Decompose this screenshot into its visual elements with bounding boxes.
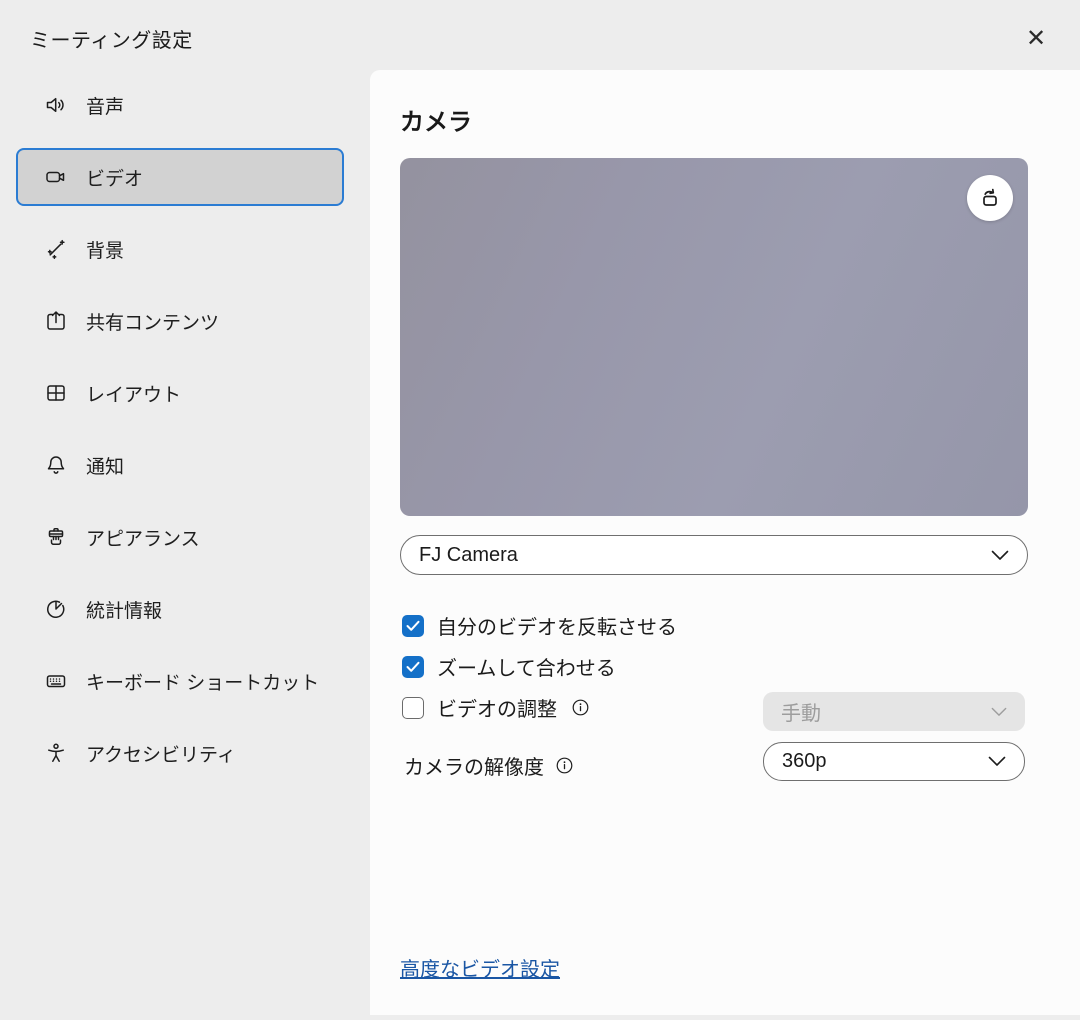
chevron-down-icon (991, 550, 1009, 561)
sidebar-item-label: 統計情報 (86, 596, 162, 623)
camera-preview (400, 158, 1028, 516)
video-settings-panel: カメラ FJ Camera (370, 70, 1080, 1015)
close-icon: ✕ (1026, 24, 1046, 53)
sidebar-item-appearance[interactable]: アピアランス (16, 508, 344, 566)
camera-resolution-value: 360p (782, 750, 827, 773)
layout-grid-icon (44, 381, 68, 405)
checkmark-icon (406, 661, 420, 673)
zoom-to-fit-checkbox[interactable] (402, 656, 424, 678)
mirror-video-checkbox[interactable] (402, 615, 424, 637)
paintbrush-icon (44, 525, 68, 549)
sidebar-item-label: レイアウト (86, 380, 181, 407)
video-adjustment-checkbox[interactable] (402, 697, 424, 719)
sidebar-item-keyboard-shortcuts[interactable]: キーボード ショートカット (16, 652, 344, 710)
checkmark-icon (406, 620, 420, 632)
info-icon[interactable] (572, 699, 589, 716)
sidebar-item-label: アピアランス (86, 524, 200, 551)
camera-resolution-row: カメラの解像度 (404, 751, 573, 780)
camera-resolution-label: カメラの解像度 (404, 751, 544, 780)
page-title: カメラ (400, 102, 472, 137)
sidebar-item-statistics[interactable]: 統計情報 (16, 580, 344, 638)
sidebar-item-label: ビデオ (86, 164, 143, 191)
speaker-icon (44, 93, 68, 117)
sidebar-item-notifications[interactable]: 通知 (16, 436, 344, 494)
camera-device-select[interactable]: FJ Camera (400, 535, 1028, 575)
advanced-video-settings-link[interactable]: 高度なビデオ設定 (400, 953, 560, 982)
video-adjustment-row: ビデオの調整 (402, 693, 589, 722)
bell-icon (44, 453, 68, 477)
rotate-camera-icon (977, 185, 1003, 211)
camera-device-value: FJ Camera (419, 544, 518, 567)
mirror-video-row: 自分のビデオを反転させる (402, 611, 677, 640)
sidebar-item-background[interactable]: 背景 (16, 220, 344, 278)
accessibility-icon (44, 741, 68, 765)
sidebar-item-label: アクセシビリティ (86, 740, 236, 767)
sidebar-item-layout[interactable]: レイアウト (16, 364, 344, 422)
share-content-icon (44, 309, 68, 333)
magic-wand-icon (44, 237, 68, 261)
sidebar-item-audio[interactable]: 音声 (16, 76, 344, 134)
chevron-down-icon (991, 707, 1007, 717)
zoom-to-fit-label: ズームして合わせる (437, 652, 616, 681)
close-button[interactable]: ✕ (1016, 18, 1056, 58)
keyboard-icon (44, 669, 68, 693)
video-camera-icon (44, 165, 68, 189)
video-adjustment-value: 手動 (781, 697, 821, 726)
sidebar-item-label: 背景 (86, 236, 124, 263)
zoom-to-fit-row: ズームして合わせる (402, 652, 616, 681)
meeting-settings-window: ミーティング設定 ✕ 音声 ビデオ (0, 0, 1080, 1020)
sidebar-item-video[interactable]: ビデオ (16, 148, 344, 206)
window-title: ミーティング設定 (30, 24, 193, 53)
statistics-icon (44, 597, 68, 621)
sidebar-item-label: 共有コンテンツ (86, 308, 219, 335)
chevron-down-icon (988, 756, 1006, 767)
info-icon[interactable] (556, 757, 573, 774)
video-adjustment-label: ビデオの調整 (437, 693, 557, 722)
camera-resolution-select[interactable]: 360p (763, 742, 1025, 781)
sidebar-item-share-content[interactable]: 共有コンテンツ (16, 292, 344, 350)
sidebar-item-label: キーボード ショートカット (86, 668, 319, 695)
video-adjustment-select: 手動 (763, 692, 1025, 731)
sidebar-item-accessibility[interactable]: アクセシビリティ (16, 724, 344, 782)
sidebar-item-label: 音声 (86, 92, 124, 119)
rotate-camera-button[interactable] (967, 175, 1013, 221)
sidebar-item-label: 通知 (86, 452, 124, 479)
mirror-video-label: 自分のビデオを反転させる (437, 611, 677, 640)
settings-sidebar: 音声 ビデオ 背景 共有コンテンツ (16, 76, 344, 796)
